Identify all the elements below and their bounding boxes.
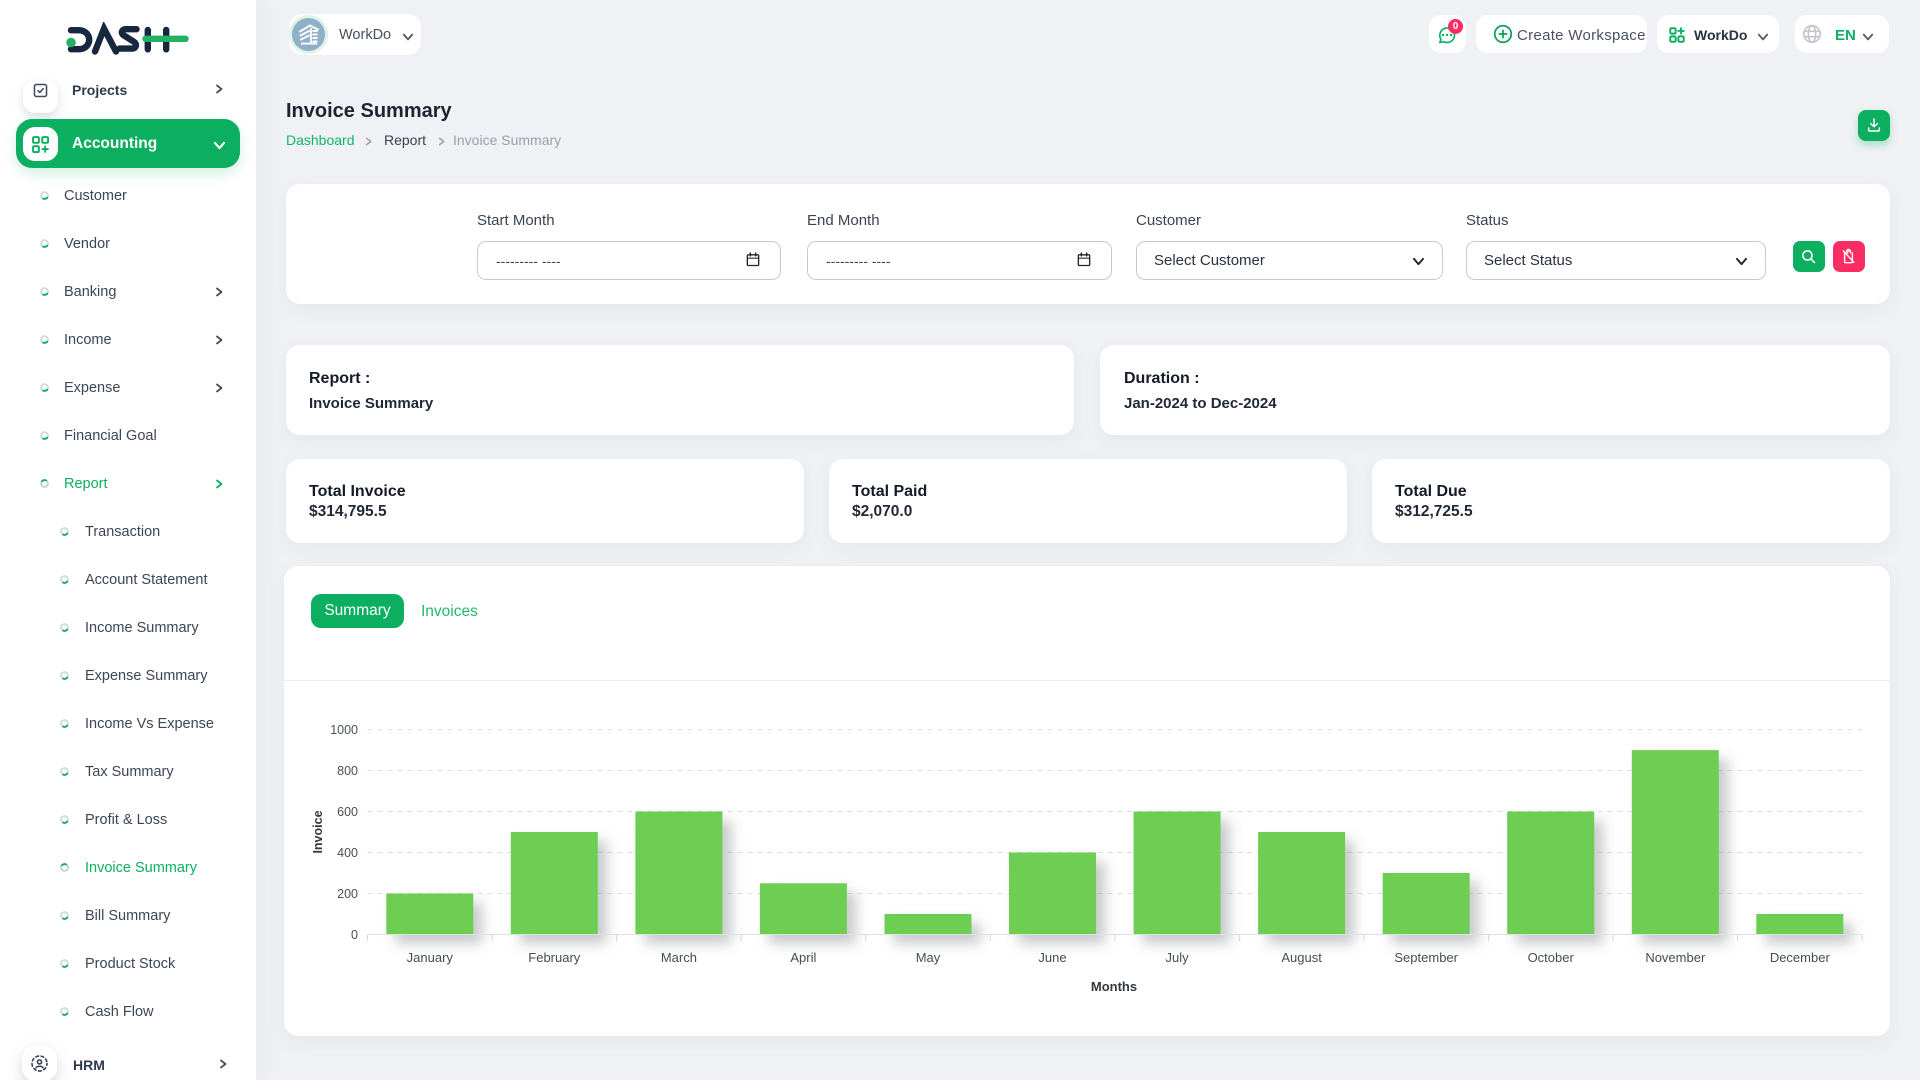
svg-text:Months: Months: [1091, 979, 1137, 994]
svg-text:Invoice: Invoice: [311, 810, 325, 853]
svg-text:0: 0: [351, 928, 358, 942]
svg-text:May: May: [916, 950, 941, 965]
svg-text:1000: 1000: [330, 723, 358, 737]
svg-text:200: 200: [337, 887, 358, 901]
svg-text:March: March: [661, 950, 697, 965]
svg-text:August: August: [1281, 950, 1322, 965]
svg-text:June: June: [1038, 950, 1066, 965]
svg-text:July: July: [1166, 950, 1190, 965]
svg-text:October: October: [1528, 950, 1575, 965]
svg-text:November: November: [1645, 950, 1706, 965]
svg-text:April: April: [790, 950, 816, 965]
svg-text:800: 800: [337, 764, 358, 778]
svg-text:January: January: [407, 950, 454, 965]
svg-text:September: September: [1394, 950, 1458, 965]
svg-text:600: 600: [337, 805, 358, 819]
svg-text:400: 400: [337, 846, 358, 860]
svg-text:December: December: [1770, 950, 1831, 965]
svg-text:February: February: [528, 950, 581, 965]
